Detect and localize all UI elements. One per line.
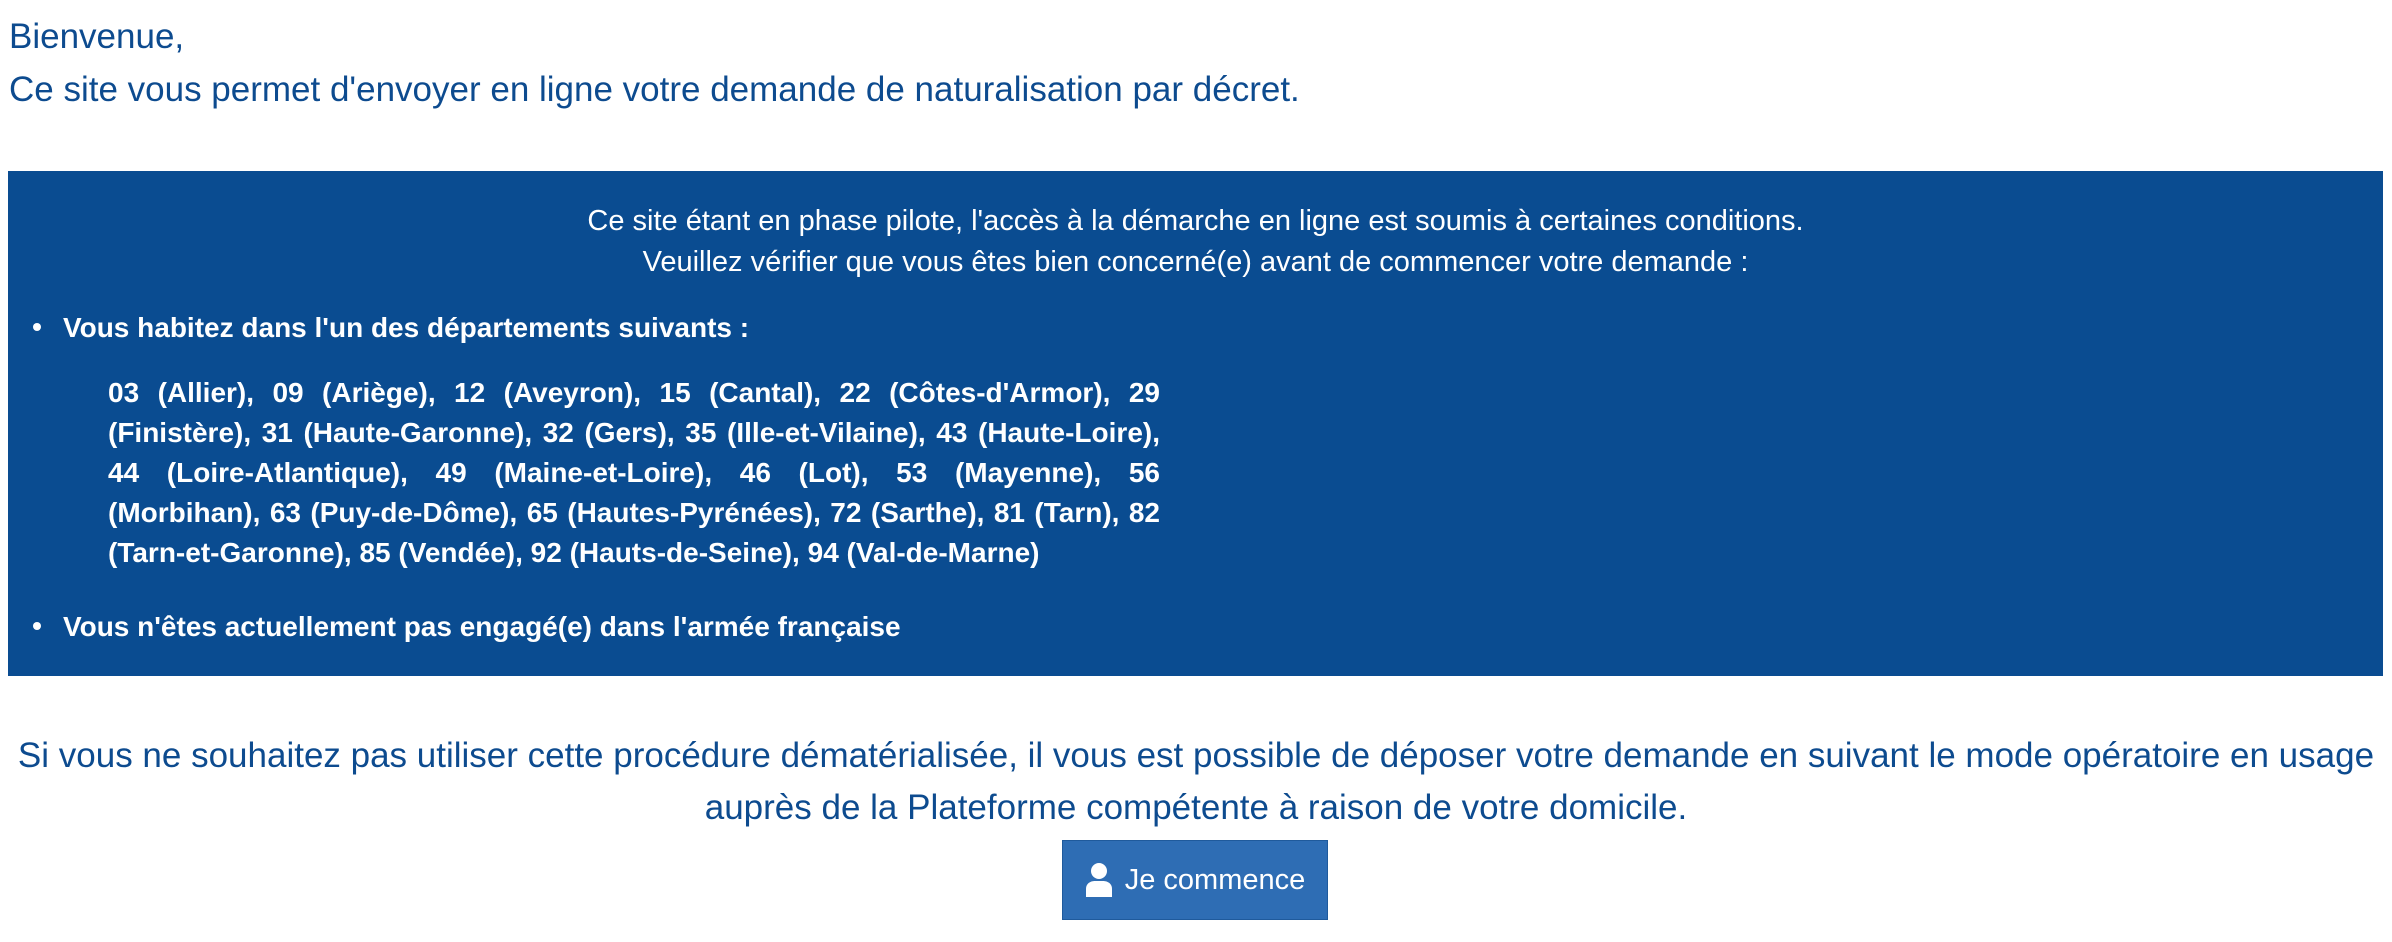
condition-label: Vous habitez dans l'un des départements …: [63, 312, 750, 343]
bullet-icon: [33, 621, 41, 630]
bullet-icon: [33, 322, 41, 331]
intro-text: Ce site vous permet d'envoyer en ligne v…: [9, 70, 1300, 109]
alternative-procedure-text: Si vous ne souhaitez pas utiliser cette …: [17, 736, 2375, 827]
panel-intro-line-2: Veuillez vérifier que vous êtes bien con…: [642, 246, 1749, 278]
greeting-text: Bienvenue,: [9, 17, 185, 56]
start-button-label: Je commence: [1124, 863, 1306, 896]
conditions-panel: Ce site étant en phase pilote, l'accès à…: [8, 171, 2383, 676]
condition-item-departments: Vous habitez dans l'un des départements …: [33, 308, 749, 348]
start-button[interactable]: Je commence: [1062, 840, 1328, 920]
panel-intro-line-1: Ce site étant en phase pilote, l'accès à…: [587, 205, 1804, 237]
condition-label: Vous n'êtes actuellement pas engagé(e) d…: [63, 611, 901, 642]
condition-item-army: Vous n'êtes actuellement pas engagé(e) d…: [33, 607, 901, 647]
user-icon: [1085, 862, 1113, 898]
welcome-section: Bienvenue, Ce site vous permet d'envoyer…: [9, 10, 1300, 116]
panel-intro: Ce site étant en phase pilote, l'accès à…: [8, 201, 2383, 283]
departments-list: 03 (Allier), 09 (Ariège), 12 (Aveyron), …: [108, 377, 1160, 568]
